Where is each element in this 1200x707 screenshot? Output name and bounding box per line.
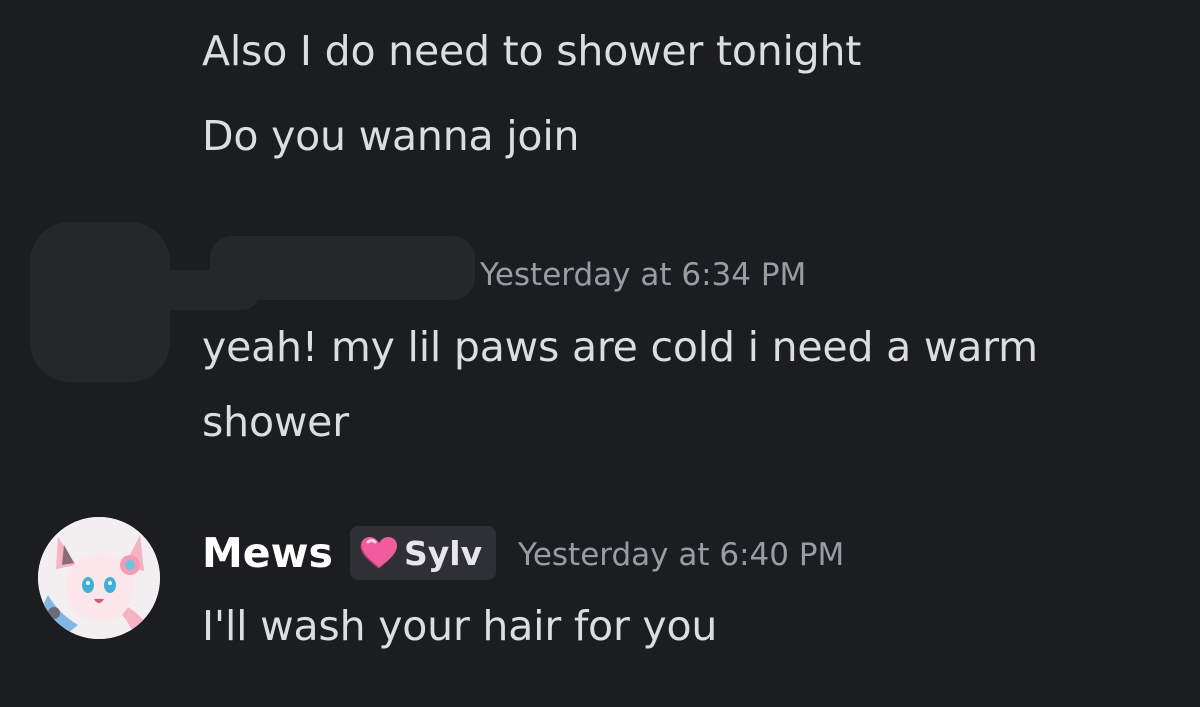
message-timestamp: Yesterday at 6:40 PM (518, 537, 845, 573)
pink-heart-icon (360, 537, 397, 569)
message-timestamp: Yesterday at 6:34 PM (480, 257, 807, 293)
message-line: shower (202, 398, 349, 446)
sylveon-avatar-icon (38, 517, 160, 639)
message-line: Do you wanna join (202, 112, 580, 160)
message-line: yeah! my lil paws are cold i need a warm (202, 323, 1038, 371)
server-tag[interactable]: Sylv (350, 526, 497, 580)
message-line: I'll wash your hair for you (202, 602, 718, 650)
chat-messages: Also I do need to shower tonight Do you … (0, 0, 1200, 707)
author-name[interactable]: Mews (202, 529, 333, 577)
message-line: Also I do need to shower tonight (202, 27, 862, 75)
avatar[interactable] (38, 517, 160, 639)
server-tag-label: Sylv (404, 533, 483, 573)
